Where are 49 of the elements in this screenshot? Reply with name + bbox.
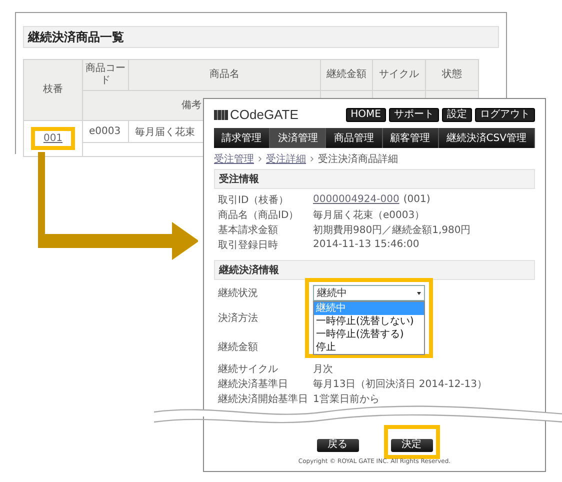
column-header: 商品コード: [82, 60, 128, 90]
breadcrumb-item: 受注決済商品詳細: [318, 152, 398, 166]
caret-icon: [417, 292, 421, 294]
nav-tab[interactable]: 決済管理: [270, 128, 326, 148]
field-label: 継続決済開始基準日: [218, 392, 309, 406]
header-button[interactable]: ログアウト: [475, 108, 535, 122]
section-header: 継続決済情報: [214, 260, 535, 280]
field-value: (001): [403, 194, 430, 205]
field-value: 初期費用980円／継続金額1,980円: [313, 224, 471, 236]
field-label: 商品名（商品ID）: [218, 208, 300, 222]
field-label: 取引ID（枝番）: [218, 194, 290, 206]
field-value: 2014-11-13 15:46:00: [313, 239, 420, 250]
column-header: 商品名: [128, 60, 320, 90]
breadcrumb-item[interactable]: 受注管理: [214, 152, 254, 166]
column-header: 状態: [426, 60, 478, 90]
nav-tab[interactable]: 請求管理: [214, 128, 270, 148]
field-label: 基本請求金額: [218, 224, 279, 236]
nav-tab[interactable]: 顧客管理: [382, 128, 439, 148]
page-title: 継続決済商品一覧: [23, 26, 499, 48]
field-label: 取引登録日時: [218, 238, 279, 252]
form-button[interactable]: 決定: [390, 438, 432, 452]
field-value: 毎月届く花束（e0003）: [313, 208, 425, 222]
field-label: 継続決済基準日: [218, 378, 289, 390]
header-button[interactable]: 設定: [442, 108, 472, 122]
logo-icon: [214, 110, 228, 120]
nav-tab[interactable]: 継続決済CSV管理: [438, 128, 536, 148]
column-header: 枝番: [24, 60, 82, 120]
field-label: 決済方法: [218, 312, 259, 324]
table-cell: e0003: [82, 120, 128, 142]
field-value: 月次: [313, 362, 333, 376]
nav-tab[interactable]: 商品管理: [326, 128, 383, 148]
form-button[interactable]: 戻る: [316, 438, 358, 452]
transaction-link[interactable]: 0000004924-000: [313, 194, 400, 205]
section-header: 受注情報: [214, 169, 535, 189]
field-value: 1営業日前から: [313, 392, 380, 406]
branch-link[interactable]: 001: [43, 133, 63, 144]
header-button[interactable]: サポート: [389, 108, 439, 122]
logo-text: COdeGATE: [230, 107, 298, 122]
breadcrumb-item[interactable]: 受注詳細: [266, 152, 306, 166]
field-label: 継続サイクル: [218, 362, 279, 376]
column-header: 継続金額: [320, 60, 372, 90]
column-header: サイクル: [372, 60, 426, 90]
header-button[interactable]: HOME: [346, 108, 386, 122]
chevron-icon: [308, 155, 316, 163]
chevron-icon: [256, 155, 264, 163]
field-label: 継続金額: [218, 340, 259, 354]
field-label: 継続状況: [218, 286, 259, 300]
field-value: 毎月13日（初回決済日 2014-12-13）: [313, 378, 488, 390]
status-select[interactable]: 継続中: [313, 285, 425, 301]
